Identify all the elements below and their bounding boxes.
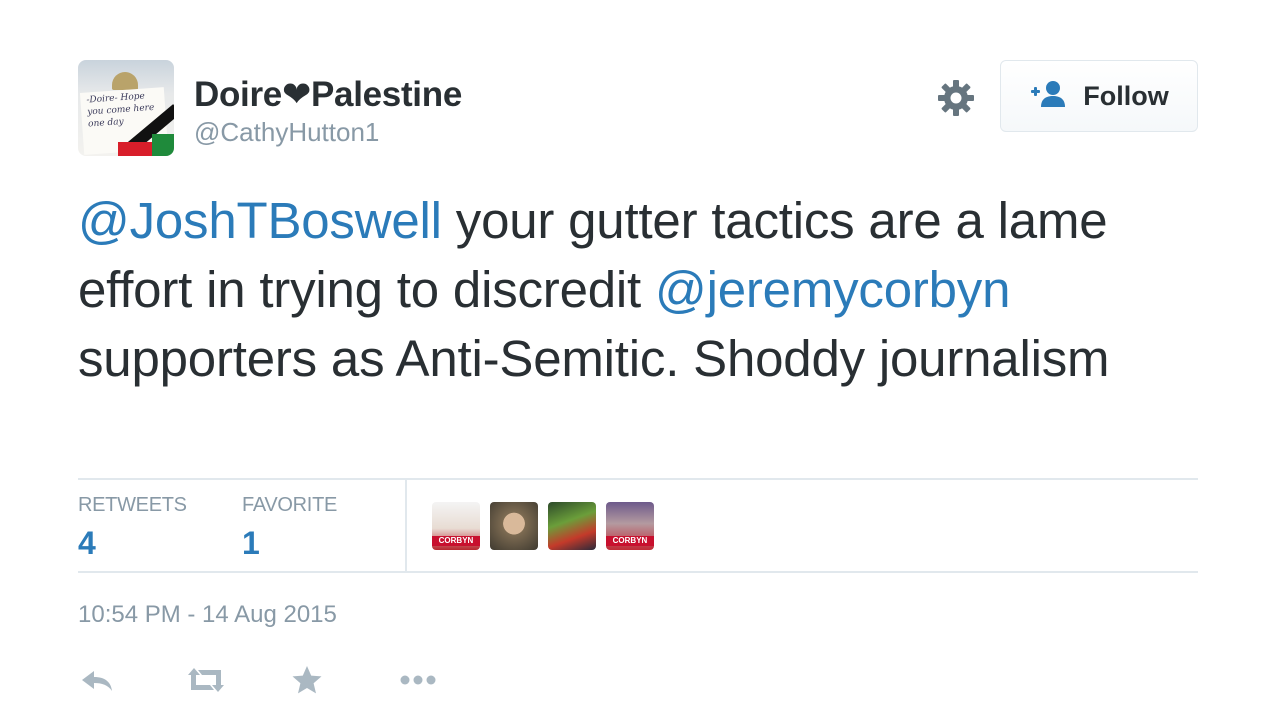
retweet-icon[interactable] [184,660,290,700]
favoriter-avatar[interactable]: CORBYN [606,502,654,550]
favorite-count: 1 [242,525,260,561]
gear-icon[interactable] [936,78,976,118]
mention-link[interactable]: @jeremycorbyn [655,261,1010,318]
favoriter-avatar[interactable] [548,502,596,550]
retweets-label: RETWEETS [78,494,187,516]
user-display-name[interactable]: Doire❤Palestine [194,75,462,115]
avatar-dome [112,72,138,90]
retweets-stat[interactable]: RETWEETS 4 [78,494,187,562]
follow-button[interactable]: Follow [1000,60,1198,132]
tweet-card: -Doire- Hope you come here one day Doire… [78,0,1198,714]
tweet-text-segment: supporters as Anti-Semitic. Shoddy journ… [78,330,1110,387]
avatar-flag-green [152,134,174,156]
follow-button-label: Follow [1083,80,1169,111]
favoriter-avatar[interactable]: CORBYN [432,502,480,550]
user-avatar[interactable]: -Doire- Hope you come here one day [78,60,174,156]
favoriter-avatar-tag: CORBYN [606,536,654,546]
reply-icon[interactable] [78,660,184,700]
mention-link[interactable]: @JoshTBoswell [78,192,442,249]
retweets-count: 4 [78,525,96,561]
add-user-icon [1029,79,1069,114]
favoriter-avatar-tag: CORBYN [432,536,480,546]
stats-separator [405,480,407,572]
tweet-actions [78,660,502,700]
favorite-label: FAVORITE [242,494,338,516]
favoriters-list: CORBYN CORBYN [432,502,654,550]
favoriter-avatar[interactable] [490,502,538,550]
favorites-stat[interactable]: FAVORITE 1 [242,494,337,562]
more-icon[interactable] [396,660,502,700]
divider [78,478,1198,480]
tweet-timestamp[interactable]: 10:54 PM - 14 Aug 2015 [78,601,337,629]
tweet-text: @JoshTBoswell your gutter tactics are a … [78,186,1198,393]
divider [78,571,1198,573]
star-icon[interactable] [290,660,396,700]
user-screen-name[interactable]: @CathyHutton1 [194,117,379,148]
